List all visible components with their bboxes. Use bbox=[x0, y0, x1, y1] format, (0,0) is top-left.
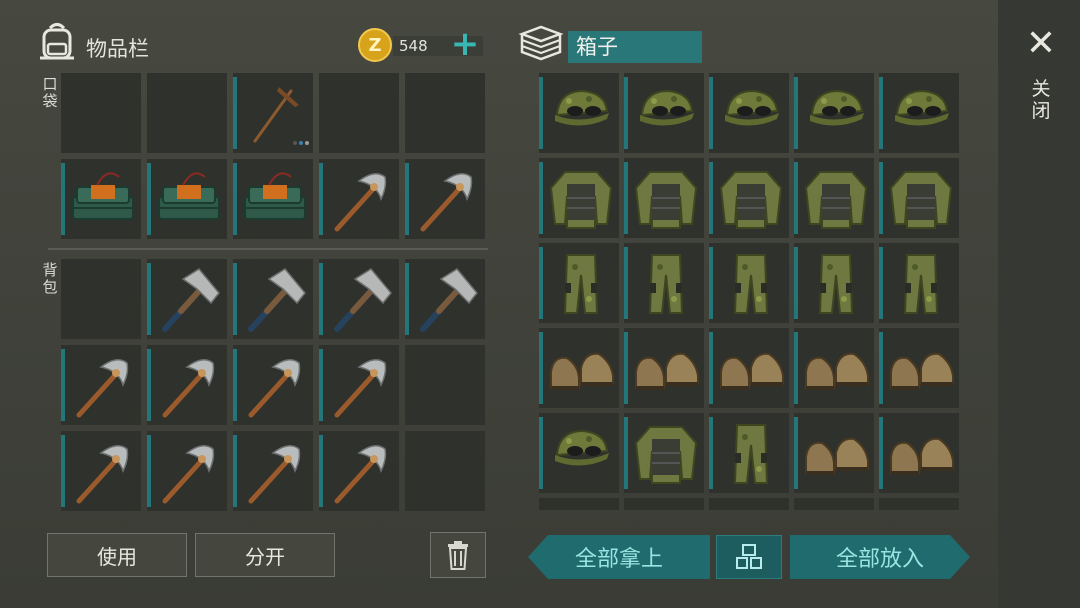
box-slot[interactable] bbox=[539, 328, 619, 408]
backpack-slot[interactable] bbox=[61, 259, 141, 339]
box-slot[interactable] bbox=[709, 158, 789, 238]
box-slot[interactable] bbox=[879, 243, 959, 323]
box-slot[interactable] bbox=[794, 328, 874, 408]
take-all-button[interactable]: 全部拿上 bbox=[528, 535, 710, 579]
box-slot[interactable] bbox=[624, 243, 704, 323]
backpack-slot[interactable] bbox=[233, 345, 313, 425]
box-slot[interactable] bbox=[539, 413, 619, 493]
backpack-slot[interactable] bbox=[61, 345, 141, 425]
use-button[interactable]: 使用 bbox=[47, 533, 187, 577]
sort-button[interactable] bbox=[716, 535, 782, 579]
box-slot[interactable] bbox=[539, 498, 619, 510]
backpack-slot[interactable] bbox=[319, 345, 399, 425]
pocket-label: 口袋 bbox=[42, 75, 58, 110]
pocket-slot[interactable] bbox=[319, 159, 399, 239]
backpack-slot[interactable] bbox=[405, 431, 485, 511]
box-slot[interactable] bbox=[879, 413, 959, 493]
backpack-slot[interactable] bbox=[147, 259, 227, 339]
box-slot[interactable] bbox=[539, 73, 619, 153]
trash-button[interactable] bbox=[430, 532, 486, 578]
box-slot[interactable] bbox=[794, 498, 874, 510]
inventory-title: 物品栏 bbox=[86, 37, 149, 61]
grid-sort-icon bbox=[736, 544, 762, 569]
box-slot[interactable] bbox=[624, 73, 704, 153]
pocket-slot[interactable] bbox=[405, 73, 485, 153]
box-slot[interactable] bbox=[624, 328, 704, 408]
pocket-slot[interactable] bbox=[61, 159, 141, 239]
coin-icon: Z bbox=[358, 28, 392, 62]
box-slot[interactable] bbox=[794, 73, 874, 153]
pocket-slot[interactable] bbox=[233, 159, 313, 239]
add-coins-button[interactable]: + bbox=[450, 26, 480, 62]
box-slot[interactable] bbox=[879, 158, 959, 238]
box-slot[interactable] bbox=[539, 243, 619, 323]
box-name-field[interactable]: 箱子 bbox=[568, 31, 702, 63]
box-slot[interactable] bbox=[624, 413, 704, 493]
pocket-slot[interactable] bbox=[233, 73, 313, 153]
box-slot[interactable] bbox=[879, 73, 959, 153]
backpack-label: 背包 bbox=[42, 261, 58, 296]
backpack-slot[interactable] bbox=[147, 345, 227, 425]
pocket-slot[interactable] bbox=[319, 73, 399, 153]
backpack-slot[interactable] bbox=[319, 259, 399, 339]
pocket-slot[interactable] bbox=[147, 73, 227, 153]
section-divider bbox=[48, 248, 488, 250]
box-slot[interactable] bbox=[879, 328, 959, 408]
split-button[interactable]: 分开 bbox=[195, 533, 335, 577]
box-slot[interactable] bbox=[709, 243, 789, 323]
pocket-slot[interactable] bbox=[147, 159, 227, 239]
box-slot[interactable] bbox=[624, 158, 704, 238]
backpack-slot[interactable] bbox=[405, 345, 485, 425]
box-slot[interactable] bbox=[539, 158, 619, 238]
trash-icon bbox=[448, 541, 468, 570]
box-slot[interactable] bbox=[794, 413, 874, 493]
pocket-slot[interactable] bbox=[405, 159, 485, 239]
box-slot[interactable] bbox=[794, 158, 874, 238]
backpack-slot[interactable] bbox=[61, 431, 141, 511]
pocket-slot[interactable] bbox=[61, 73, 141, 153]
box-slot[interactable] bbox=[709, 413, 789, 493]
box-slot[interactable] bbox=[709, 498, 789, 510]
box-slot[interactable] bbox=[624, 498, 704, 510]
box-slot[interactable] bbox=[794, 243, 874, 323]
close-label[interactable]: 关闭 bbox=[1030, 78, 1052, 122]
box-slot[interactable] bbox=[709, 328, 789, 408]
backpack-icon bbox=[40, 23, 74, 60]
backpack-slot[interactable] bbox=[233, 431, 313, 511]
put-all-button[interactable]: 全部放入 bbox=[790, 535, 970, 579]
backpack-slot[interactable] bbox=[233, 259, 313, 339]
box-slot[interactable] bbox=[879, 498, 959, 510]
box-icon bbox=[518, 25, 564, 61]
backpack-slot[interactable] bbox=[405, 259, 485, 339]
box-slot[interactable] bbox=[709, 73, 789, 153]
backpack-slot[interactable] bbox=[319, 431, 399, 511]
backpack-slot[interactable] bbox=[147, 431, 227, 511]
close-icon[interactable]: ✕ bbox=[1022, 24, 1060, 64]
